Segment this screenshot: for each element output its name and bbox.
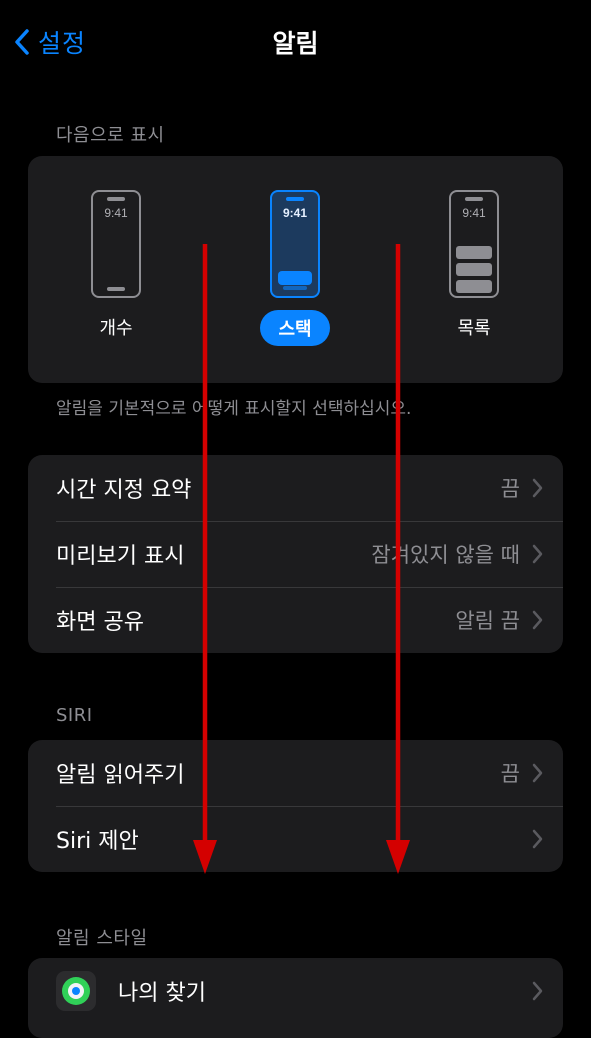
preview-time: 9:41 bbox=[282, 206, 308, 220]
row-announce-notifications[interactable]: 알림 읽어주기 끔 bbox=[28, 740, 563, 806]
row-value: 끔 bbox=[500, 762, 520, 786]
page-title: 알림 bbox=[272, 29, 319, 58]
row-value: 알림 끔 bbox=[455, 609, 520, 633]
row-siri-suggestions[interactable]: Siri 제안 bbox=[28, 806, 563, 872]
row-label: 알림 읽어주기 bbox=[56, 763, 185, 788]
row-value: 잠겨있지 않을 때 bbox=[371, 543, 520, 567]
phone-preview-stack: 9:41 bbox=[270, 190, 320, 298]
row-scheduled-summary[interactable]: 시간 지정 요약 끔 bbox=[28, 455, 563, 521]
chevron-right-icon bbox=[532, 544, 543, 564]
notification-style-header: 알림 스타일 bbox=[56, 928, 148, 949]
display-as-header: 다음으로 표시 bbox=[56, 125, 165, 146]
row-label: Siri 제안 bbox=[56, 829, 139, 854]
option-label-stack: 스택 bbox=[260, 310, 330, 346]
preview-time: 9:41 bbox=[104, 206, 128, 220]
chevron-right-icon bbox=[532, 829, 543, 849]
option-stack[interactable]: 9:41 스택 bbox=[260, 190, 330, 346]
row-app-find-my[interactable]: 나의 찾기 bbox=[28, 958, 563, 1024]
general-settings-card: 시간 지정 요약 끔 미리보기 표시 잠겨있지 않을 때 화면 공유 알림 끔 bbox=[28, 455, 563, 653]
row-label: 미리보기 표시 bbox=[56, 544, 185, 569]
display-style-card: 9:41 개수 9:41 스택 9:41 목록 bbox=[28, 156, 563, 383]
row-label: 나의 찾기 bbox=[118, 981, 206, 1006]
phone-preview-count: 9:41 bbox=[91, 190, 141, 298]
siri-header: SIRI bbox=[56, 705, 93, 726]
row-show-previews[interactable]: 미리보기 표시 잠겨있지 않을 때 bbox=[28, 521, 563, 587]
phone-preview-list: 9:41 bbox=[449, 190, 499, 298]
navigation-bar: 설정 알림 bbox=[0, 0, 591, 84]
chevron-right-icon bbox=[532, 610, 543, 630]
row-value: 끔 bbox=[500, 477, 520, 501]
option-label-count: 개수 bbox=[99, 318, 133, 339]
display-footnote: 알림을 기본적으로 어떻게 표시할지 선택하십시오. bbox=[56, 399, 412, 419]
chevron-right-icon bbox=[532, 763, 543, 783]
find-my-icon bbox=[56, 971, 96, 1011]
option-label-list: 목록 bbox=[457, 318, 491, 339]
option-count[interactable]: 9:41 개수 bbox=[81, 190, 151, 340]
chevron-right-icon bbox=[532, 981, 543, 1001]
row-label: 시간 지정 요약 bbox=[56, 478, 192, 503]
option-list[interactable]: 9:41 목록 bbox=[439, 190, 509, 340]
chevron-right-icon bbox=[532, 478, 543, 498]
app-list-card: 나의 찾기 bbox=[28, 958, 563, 1038]
siri-card: 알림 읽어주기 끔 Siri 제안 bbox=[28, 740, 563, 872]
preview-time: 9:41 bbox=[462, 206, 486, 220]
row-screen-sharing[interactable]: 화면 공유 알림 끔 bbox=[28, 587, 563, 653]
row-label: 화면 공유 bbox=[56, 610, 144, 635]
